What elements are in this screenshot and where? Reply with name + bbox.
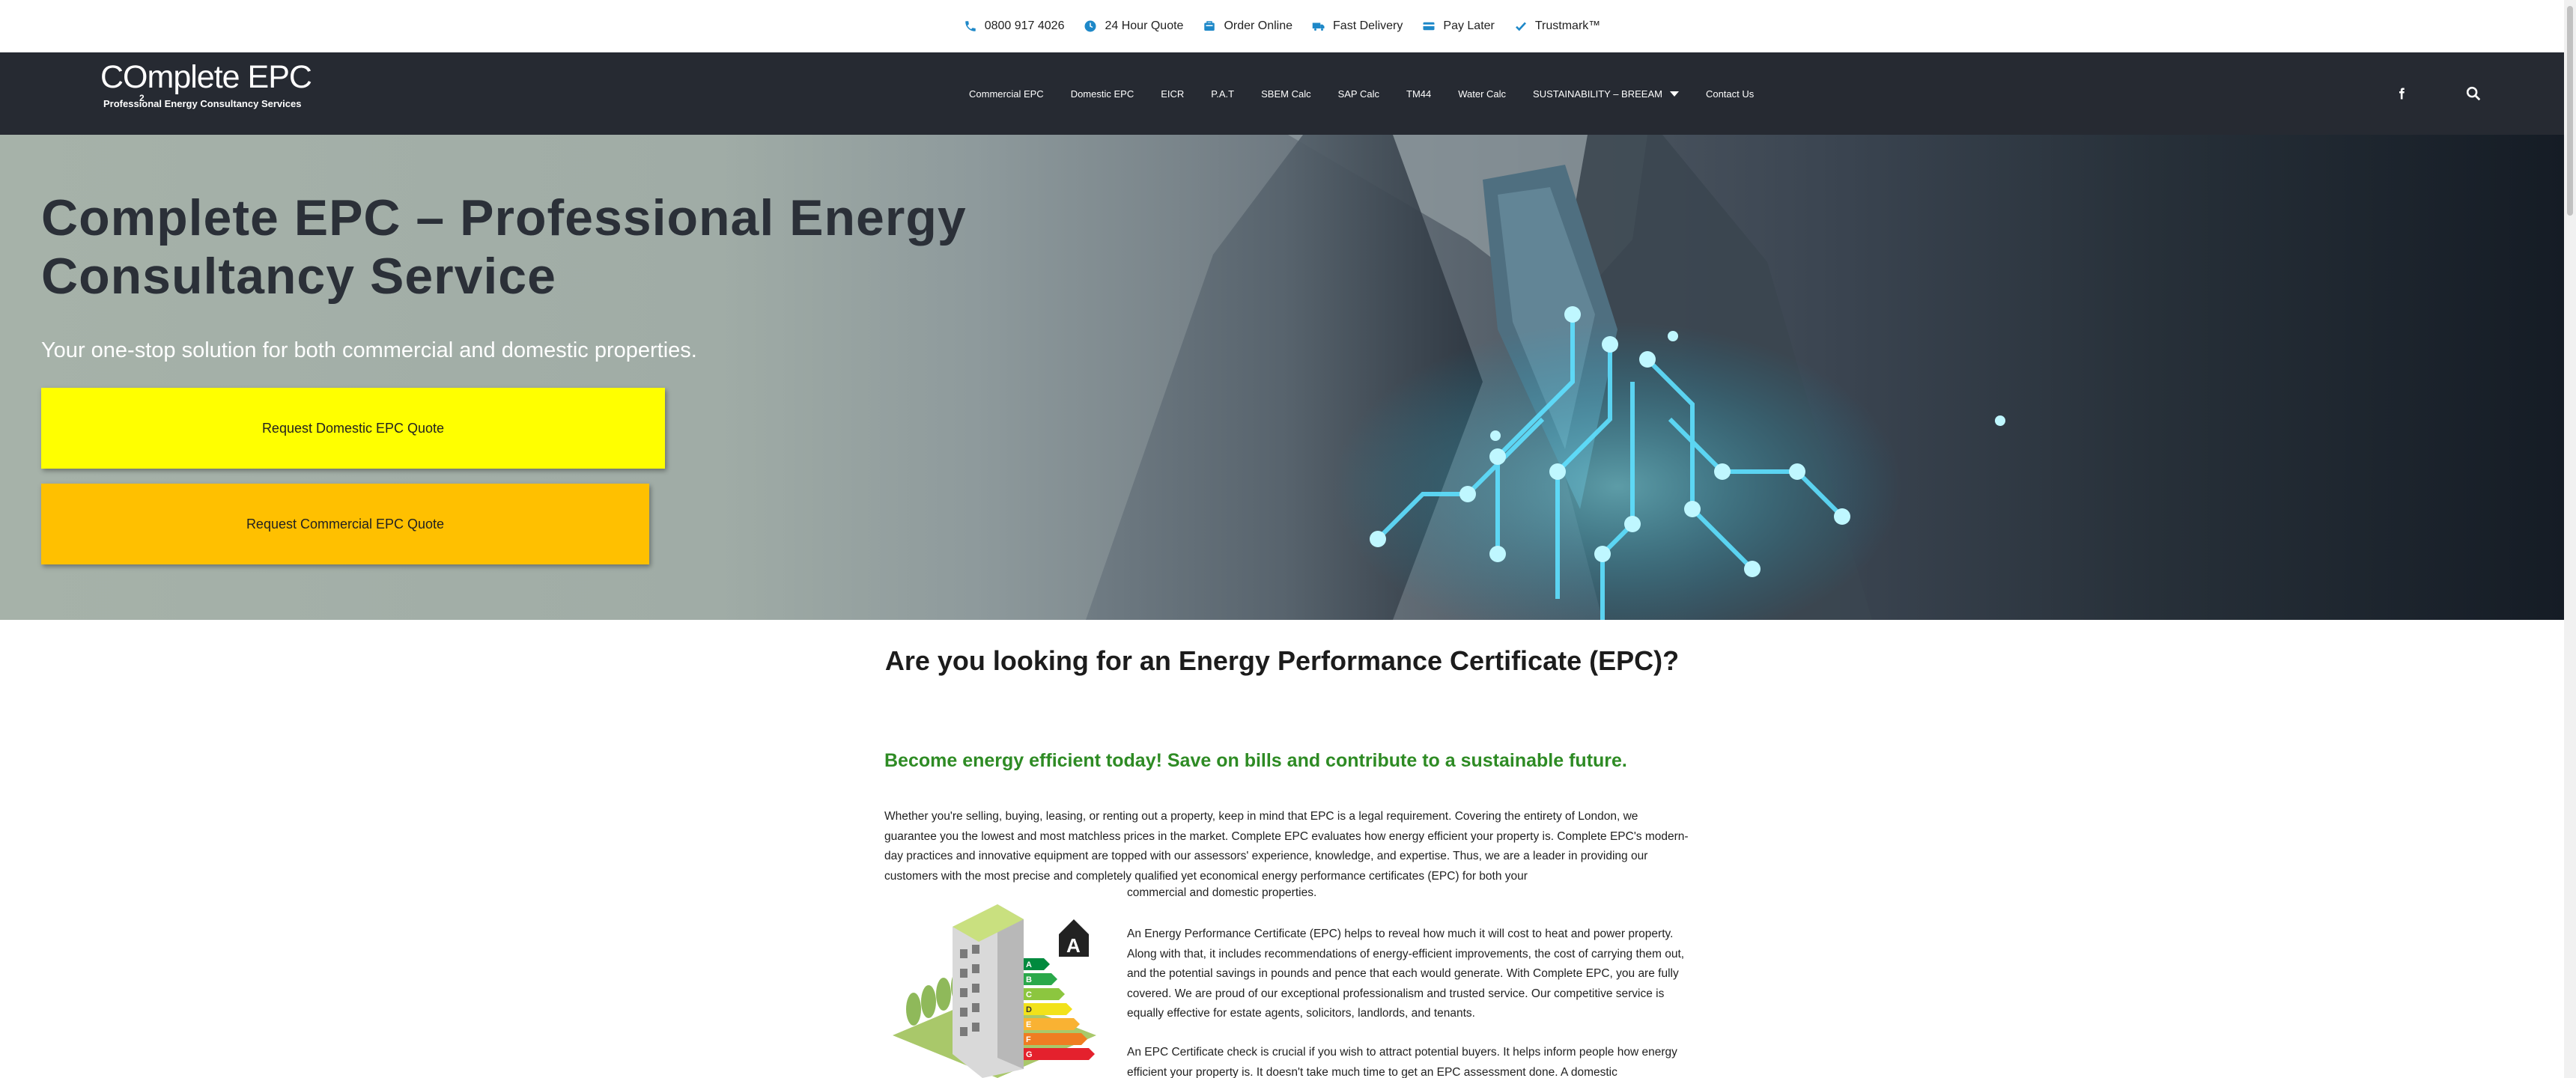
clock-icon — [1084, 20, 1096, 32]
check-badge-icon — [1515, 22, 1526, 31]
topbar-delivery[interactable]: Fast Delivery — [1312, 19, 1403, 33]
rating-letter-g: G — [1026, 1050, 1033, 1059]
request-domestic-quote-button[interactable]: Request Domestic EPC Quote — [41, 388, 665, 469]
rating-letter-a: A — [1026, 960, 1032, 969]
cart-icon — [1204, 21, 1215, 31]
rating-badge: A — [1066, 934, 1081, 957]
section-heading: Are you looking for an Energy Performanc… — [884, 645, 1680, 676]
intro-paragraph: Whether you're selling, buying, leasing,… — [884, 810, 1689, 883]
epc-explanation-paragraph: An Energy Performance Certificate (EPC) … — [1127, 928, 1685, 1020]
logo-tagline: Professional Energy Consultancy Services — [103, 98, 302, 109]
chevron-down-icon — [1669, 91, 1679, 97]
site-header: COmplete EPC 2 Professional Energy Consu… — [0, 52, 2564, 135]
phone-icon — [965, 21, 976, 31]
topbar-phone-label: 0800 917 4026 — [984, 19, 1065, 32]
rating-letter-e: E — [1026, 1020, 1031, 1029]
logo[interactable]: COmplete EPC 2 Professional Energy Consu… — [100, 61, 318, 121]
nav-commercial-epc[interactable]: Commercial EPC — [969, 88, 1044, 100]
hero-title: Complete EPC – Professional Energy Consu… — [41, 189, 967, 305]
nav-sustainability-dropdown[interactable]: SUSTAINABILITY – BREEAM — [1533, 88, 1679, 100]
rating-letter-d: D — [1026, 1005, 1032, 1014]
facebook-icon[interactable] — [2395, 85, 2408, 102]
main-nav: Commercial EPC Domestic EPC EICR P.A.T S… — [969, 52, 1754, 135]
nav-water-calc[interactable]: Water Calc — [1458, 88, 1506, 100]
topbar-order[interactable]: Order Online — [1203, 19, 1292, 33]
green-subheading: Become energy efficient today! Save on b… — [884, 750, 1627, 771]
vertical-scrollbar[interactable] — [2564, 0, 2576, 1078]
nav-sbem-calc[interactable]: SBEM Calc — [1261, 88, 1310, 100]
request-commercial-quote-button[interactable]: Request Commercial EPC Quote — [41, 484, 649, 564]
rating-letter-b: B — [1026, 975, 1032, 984]
nav-pat[interactable]: P.A.T — [1211, 88, 1234, 100]
epc-check-paragraph: An EPC Certificate check is crucial if y… — [1127, 1046, 1677, 1078]
hero-background-image — [1086, 135, 2005, 620]
hero-banner: Complete EPC – Professional Energy Consu… — [0, 135, 2564, 620]
nav-eicr[interactable]: EICR — [1161, 88, 1184, 100]
truck-icon — [1312, 22, 1325, 31]
topbar-phone[interactable]: 0800 917 4026 — [964, 19, 1065, 33]
topbar-quote[interactable]: 24 Hour Quote — [1084, 19, 1183, 33]
nav-sap-calc[interactable]: SAP Calc — [1338, 88, 1379, 100]
rating-letter-f: F — [1026, 1035, 1031, 1044]
rating-letter-c: C — [1026, 990, 1032, 999]
credit-card-icon — [1423, 22, 1435, 31]
nav-contact-us[interactable]: Contact Us — [1706, 88, 1754, 100]
topbar-pay-later[interactable]: Pay Later — [1422, 19, 1495, 33]
topbar-pay-later-label: Pay Later — [1443, 19, 1495, 32]
top-info-bar: 0800 917 4026 24 Hour Quote Order Online… — [0, 0, 2564, 52]
scrollbar-thumb[interactable] — [2567, 6, 2573, 216]
nav-sustainability-label: SUSTAINABILITY – BREEAM — [1533, 88, 1662, 100]
logo-text: COmplete EPC — [100, 59, 312, 95]
topbar-delivery-label: Fast Delivery — [1333, 19, 1403, 32]
topbar-trustmark-label: Trustmark™ — [1534, 19, 1601, 32]
intro-paragraph-tail: commercial and domestic properties. — [1127, 886, 1317, 899]
topbar-order-label: Order Online — [1224, 19, 1293, 32]
logo-subscript: 2 — [139, 93, 145, 103]
epc-building-illustration: A B C D E F G A — [893, 904, 1096, 1078]
hero-subtitle: Your one-stop solution for both commerci… — [41, 338, 697, 362]
search-icon[interactable] — [2465, 85, 2482, 102]
topbar-trustmark[interactable]: Trustmark™ — [1514, 19, 1600, 33]
topbar-quote-label: 24 Hour Quote — [1105, 19, 1184, 32]
nav-domestic-epc[interactable]: Domestic EPC — [1071, 88, 1134, 100]
nav-tm44[interactable]: TM44 — [1406, 88, 1431, 100]
